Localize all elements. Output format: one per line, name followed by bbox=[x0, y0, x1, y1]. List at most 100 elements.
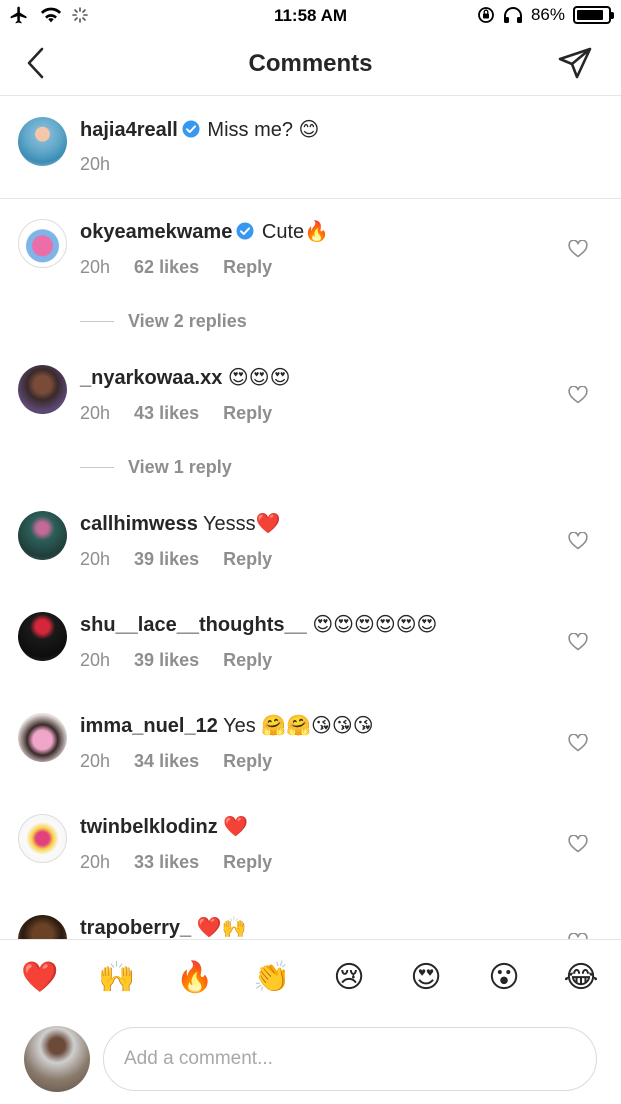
username[interactable]: _nyarkowaa.xx bbox=[80, 367, 222, 389]
comment-row: trapoberry_ ❤️🙌 bbox=[0, 895, 621, 939]
comment-text: twinbelklodinz ❤️ bbox=[80, 814, 561, 840]
avatar[interactable] bbox=[18, 511, 67, 560]
like-count[interactable]: 39 likes bbox=[134, 549, 199, 570]
fire-emoji-button[interactable]: 🔥 bbox=[175, 958, 215, 998]
heart-outline-icon[interactable] bbox=[568, 532, 588, 550]
username[interactable]: hajia4reall bbox=[80, 119, 178, 141]
comment-composer bbox=[0, 1024, 621, 1104]
comment-row: twinbelklodinz ❤️ 20h 33 likes Reply bbox=[0, 794, 621, 895]
page-title: Comments bbox=[248, 50, 373, 77]
battery-fill bbox=[577, 10, 603, 20]
heart-emoji-button[interactable]: ❤️ bbox=[20, 958, 60, 998]
comment-text: imma_nuel_12 Yes 🤗🤗😘😘😘 bbox=[80, 713, 561, 739]
battery-icon bbox=[573, 6, 614, 24]
comment-row: shu__lace__thoughts__ 😍😍😍😍😍😍 20h 39 like… bbox=[0, 592, 621, 693]
timestamp: 20h bbox=[80, 154, 111, 174]
like-count[interactable]: 39 likes bbox=[134, 650, 199, 671]
comment-meta: 20h 39 likes Reply bbox=[80, 650, 296, 671]
reply-button[interactable]: Reply bbox=[223, 751, 272, 772]
reply-button[interactable]: Reply bbox=[223, 852, 272, 873]
heart-outline-icon[interactable] bbox=[568, 633, 588, 651]
quick-emoji-bar: ❤️ 🙌 🔥 👏 😢 😍 😮 😂 bbox=[0, 939, 621, 1021]
comment-meta: 20h 43 likes Reply bbox=[80, 403, 296, 424]
status-right: 86% bbox=[477, 5, 614, 25]
like-count[interactable]: 62 likes bbox=[134, 257, 199, 278]
comment-body: Yesss❤️ bbox=[203, 513, 281, 535]
verified-badge-icon bbox=[182, 120, 200, 138]
reply-button[interactable]: Reply bbox=[223, 650, 272, 671]
comment-text: _nyarkowaa.xx 😍😍😍 bbox=[80, 365, 561, 391]
username[interactable]: callhimwess bbox=[80, 513, 198, 535]
surprised-emoji-button[interactable]: 😮 bbox=[484, 958, 524, 998]
avatar[interactable] bbox=[18, 612, 67, 661]
view-replies-button[interactable]: View 1 reply bbox=[80, 457, 232, 478]
avatar[interactable] bbox=[18, 713, 67, 762]
username[interactable]: trapoberry_ bbox=[80, 917, 191, 939]
view-replies-button[interactable]: View 2 replies bbox=[80, 311, 247, 332]
comment-row: okyeamekwame Cute🔥 20h 62 likes Reply Vi… bbox=[0, 199, 621, 345]
comment-body: ❤️🙌 bbox=[196, 917, 247, 939]
rotation-lock-icon bbox=[478, 7, 494, 23]
comment-text: trapoberry_ ❤️🙌 bbox=[80, 915, 561, 939]
timestamp: 20h bbox=[80, 852, 111, 872]
timestamp: 20h bbox=[80, 549, 111, 569]
comment-meta: 20h 33 likes Reply bbox=[80, 852, 296, 873]
comment-body: Miss me? 😊 bbox=[207, 119, 320, 141]
like-count[interactable]: 43 likes bbox=[134, 403, 199, 424]
timestamp: 20h bbox=[80, 257, 111, 277]
comment-body: 😍😍😍 bbox=[227, 367, 291, 389]
caption-text: hajia4reall Miss me? 😊 bbox=[80, 117, 561, 143]
current-user-avatar bbox=[24, 1026, 90, 1092]
view-replies-label: View 1 reply bbox=[128, 457, 232, 477]
heart-outline-icon[interactable] bbox=[568, 835, 588, 853]
avatar[interactable] bbox=[18, 365, 67, 414]
raising-hands-emoji-button[interactable]: 🙌 bbox=[97, 958, 137, 998]
comment-body: ❤️ bbox=[223, 816, 249, 838]
comment-meta: 20h 62 likes Reply bbox=[80, 257, 296, 278]
heart-outline-icon[interactable] bbox=[568, 386, 588, 404]
heart-eyes-emoji-button[interactable]: 😍 bbox=[406, 958, 446, 998]
comment-body: Yes 🤗🤗😘😘😘 bbox=[223, 715, 374, 737]
comment-row: imma_nuel_12 Yes 🤗🤗😘😘😘 20h 34 likes Repl… bbox=[0, 693, 621, 794]
comment-row: callhimwess Yesss❤️ 20h 39 likes Reply bbox=[0, 491, 621, 592]
comment-input[interactable] bbox=[103, 1027, 597, 1091]
avatar[interactable] bbox=[18, 117, 67, 166]
heart-outline-icon[interactable] bbox=[568, 734, 588, 752]
avatar[interactable] bbox=[18, 814, 67, 863]
avatar[interactable] bbox=[18, 915, 67, 939]
timestamp: 20h bbox=[80, 403, 111, 423]
reply-button[interactable]: Reply bbox=[223, 549, 272, 570]
crying-emoji-button[interactable]: 😢 bbox=[329, 958, 369, 998]
comment-text: callhimwess Yesss❤️ bbox=[80, 511, 561, 537]
reply-button[interactable]: Reply bbox=[223, 257, 272, 278]
comment-body: 😍😍😍😍😍😍 bbox=[312, 614, 438, 636]
comment-row: _nyarkowaa.xx 😍😍😍 20h 43 likes Reply Vie… bbox=[0, 345, 621, 491]
reply-button[interactable]: Reply bbox=[223, 403, 272, 424]
comment-meta: 20h bbox=[80, 154, 134, 175]
header: Comments bbox=[0, 34, 621, 96]
replies-line bbox=[80, 321, 114, 322]
replies-line bbox=[80, 467, 114, 468]
clapping-emoji-button[interactable]: 👏 bbox=[252, 958, 292, 998]
battery-percent: 86% bbox=[530, 5, 565, 24]
like-count[interactable]: 33 likes bbox=[134, 852, 199, 873]
username[interactable]: imma_nuel_12 bbox=[80, 715, 218, 737]
timestamp: 20h bbox=[80, 650, 111, 670]
caption: hajia4reall Miss me? 😊 20h bbox=[0, 97, 621, 198]
verified-badge-icon bbox=[236, 222, 254, 240]
headphones-icon bbox=[503, 7, 522, 23]
username[interactable]: shu__lace__thoughts__ bbox=[80, 614, 307, 636]
timestamp: 20h bbox=[80, 751, 111, 771]
view-replies-label: View 2 replies bbox=[128, 311, 247, 331]
username[interactable]: okyeamekwame bbox=[80, 221, 232, 243]
heart-outline-icon[interactable] bbox=[568, 240, 588, 258]
avatar[interactable] bbox=[18, 219, 67, 268]
laughing-emoji-button[interactable]: 😂 bbox=[561, 958, 601, 998]
paper-plane-icon[interactable] bbox=[557, 46, 593, 80]
username[interactable]: twinbelklodinz bbox=[80, 816, 218, 838]
comment-text: okyeamekwame Cute🔥 bbox=[80, 219, 561, 245]
comment-text: shu__lace__thoughts__ 😍😍😍😍😍😍 bbox=[80, 612, 561, 638]
like-count[interactable]: 34 likes bbox=[134, 751, 199, 772]
comment-meta: 20h 34 likes Reply bbox=[80, 751, 296, 772]
comment-body: Cute🔥 bbox=[261, 221, 330, 243]
